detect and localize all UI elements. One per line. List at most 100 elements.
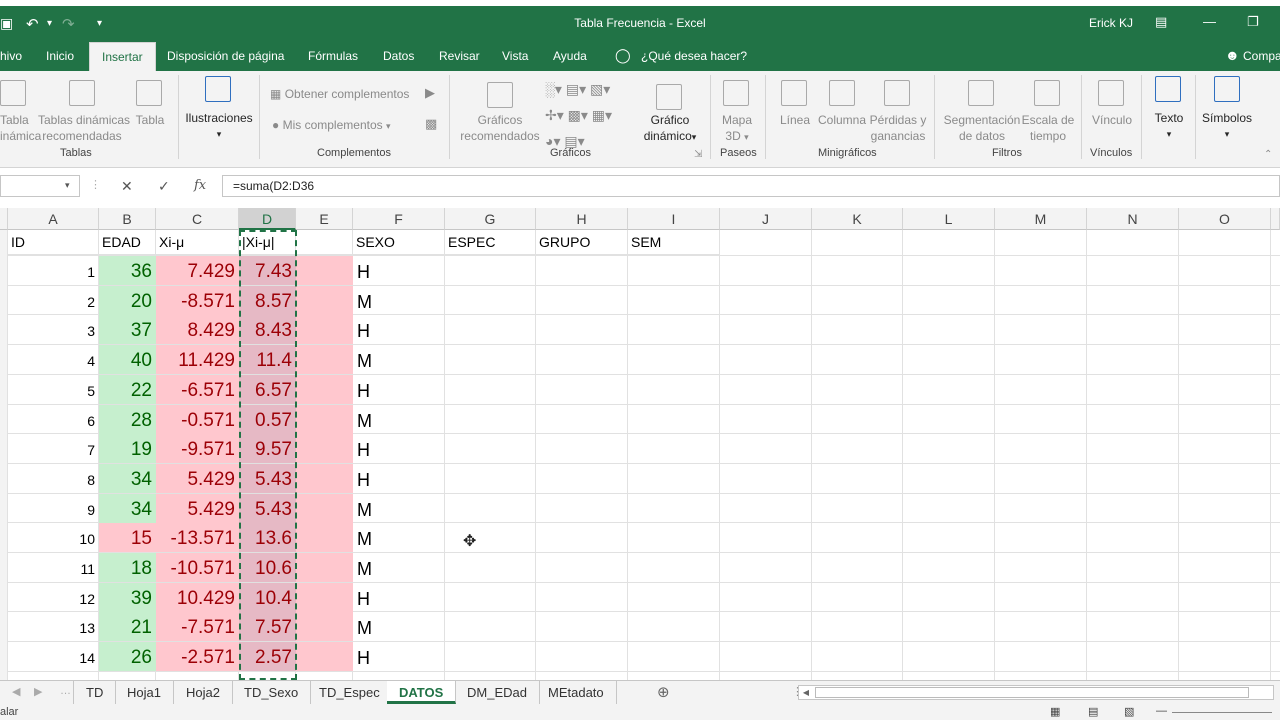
header-cell-dev[interactable]: Xi-μ (156, 230, 239, 255)
cell-sexo[interactable]: H (353, 583, 445, 612)
pivot-table-button[interactable]: Tabla inámica (0, 112, 41, 144)
cell-id[interactable]: 1 (8, 256, 99, 285)
cell-sexo[interactable]: M (353, 345, 445, 374)
cell-empty[interactable] (296, 375, 353, 404)
cell-abs[interactable]: 0.57 (239, 405, 296, 434)
table-button[interactable]: Tabla (133, 112, 167, 128)
cell-dev[interactable]: -10.571 (156, 553, 239, 582)
column-header[interactable]: F (353, 208, 445, 230)
symbols-button[interactable]: Símbolos ▾ (1198, 110, 1256, 142)
share-icon[interactable]: ☻ (1225, 47, 1240, 63)
column-header-selected[interactable]: D (239, 208, 296, 230)
cell-id[interactable]: 10 (8, 523, 99, 552)
header-cell-edad[interactable]: EDAD (99, 230, 156, 255)
cell-sexo[interactable]: M (353, 494, 445, 523)
cell-dev[interactable]: 5.429 (156, 494, 239, 523)
cell-abs[interactable]: 13.6 (239, 523, 296, 552)
cell-edad[interactable]: 26 (99, 642, 156, 671)
tab-ayuda[interactable]: Ayuda (553, 49, 587, 63)
chart-types-grid[interactable]: ░▾ ▤▾ ▧▾ ✢▾ ▩▾ ▦▾ ◕▾ ▤▾ (545, 76, 612, 154)
sheet-tab-active[interactable]: DATOS (387, 681, 457, 704)
cell-empty[interactable] (296, 345, 353, 374)
cell-dev[interactable]: -0.571 (156, 405, 239, 434)
header-cell-sexo[interactable]: SEXO (353, 230, 445, 255)
header-cell-empty[interactable] (296, 230, 353, 255)
cell-dev[interactable]: 11.429 (156, 345, 239, 374)
cell-sexo[interactable]: M (353, 286, 445, 315)
cell-empty[interactable] (296, 494, 353, 523)
recommended-charts-button[interactable]: Gráficos recomendados (460, 112, 540, 144)
cell-abs[interactable]: 8.43 (239, 315, 296, 344)
column-header[interactable]: O (1179, 208, 1271, 230)
cell-id[interactable]: 12 (8, 583, 99, 612)
my-addins-button[interactable]: ● Mis complementos ▾ (272, 117, 391, 134)
cell-edad[interactable]: 22 (99, 375, 156, 404)
bing-maps-icon[interactable]: ▶ (425, 85, 435, 101)
collapse-ribbon-icon[interactable]: ⌃ (1264, 147, 1272, 163)
tab-disposicion[interactable]: Disposición de página (167, 49, 284, 63)
enter-icon[interactable]: ✓ (158, 178, 170, 195)
cell-edad[interactable]: 39 (99, 583, 156, 612)
cell-edad[interactable]: 36 (99, 256, 156, 285)
page-break-icon[interactable]: ▧ (1124, 705, 1134, 718)
line-sparkline-button[interactable]: Línea (777, 112, 813, 128)
cell-edad[interactable]: 28 (99, 405, 156, 434)
text-button[interactable]: Texto ▾ (1148, 110, 1190, 142)
page-layout-icon[interactable]: ▤ (1088, 705, 1098, 718)
cell-dev[interactable]: 7.429 (156, 256, 239, 285)
cell-sexo[interactable]: H (353, 256, 445, 285)
cell-id[interactable]: 13 (8, 612, 99, 641)
header-cell-espec[interactable]: ESPEC (445, 230, 536, 255)
sheet-tab[interactable]: Hoja2 (174, 681, 233, 704)
link-button[interactable]: Vínculo (1088, 112, 1136, 128)
cell-id[interactable]: 4 (8, 345, 99, 374)
cell-dev[interactable]: -8.571 (156, 286, 239, 315)
cell-empty[interactable] (296, 256, 353, 285)
add-sheet-icon[interactable]: ⊕ (645, 681, 682, 704)
recommended-pivot-button[interactable]: Tablas dinámicas recomendadas (38, 112, 130, 144)
cell-empty[interactable] (296, 612, 353, 641)
formula-input[interactable]: =suma(D2:D36 (222, 175, 1280, 197)
sheet-tab[interactable]: TD (73, 681, 117, 704)
cell-id[interactable]: 9 (8, 494, 99, 523)
dialog-launcher-icon[interactable]: ⇲ (694, 147, 702, 163)
cell-empty[interactable] (296, 286, 353, 315)
3d-map-button[interactable]: Mapa 3D ▾ (718, 112, 756, 145)
cell-empty[interactable] (296, 405, 353, 434)
cell-sexo[interactable]: M (353, 405, 445, 434)
column-header[interactable]: L (903, 208, 995, 230)
sheet-tab[interactable]: MEtadato (536, 681, 617, 704)
cell-empty[interactable] (296, 583, 353, 612)
column-header[interactable]: M (995, 208, 1087, 230)
people-graph-icon[interactable]: ▩ (425, 116, 437, 132)
cell-abs[interactable]: 7.43 (239, 256, 296, 285)
timeline-button[interactable]: Escala de tiempo (1020, 112, 1076, 144)
column-header[interactable]: G (445, 208, 536, 230)
cell-sexo[interactable]: M (353, 523, 445, 552)
cell-empty[interactable] (296, 553, 353, 582)
sheet-tab[interactable]: TD_Espec (307, 681, 393, 704)
cell-id[interactable]: 11 (8, 553, 99, 582)
tab-insertar[interactable]: Insertar (89, 42, 156, 71)
tab-datos[interactable]: Datos (383, 49, 414, 63)
cell-edad[interactable]: 21 (99, 612, 156, 641)
header-cell-sem[interactable]: SEM (628, 230, 720, 255)
user-name[interactable]: Erick KJ (1089, 16, 1133, 30)
cell-edad[interactable]: 34 (99, 464, 156, 493)
cell-sexo[interactable]: H (353, 464, 445, 493)
column-header[interactable]: I (628, 208, 720, 230)
column-header[interactable]: B (99, 208, 156, 230)
column-header[interactable]: C (156, 208, 239, 230)
cell-id[interactable]: 14 (8, 642, 99, 671)
cell-dev[interactable]: -2.571 (156, 642, 239, 671)
cell-id[interactable]: 6 (8, 405, 99, 434)
cell-abs[interactable]: 2.57 (239, 642, 296, 671)
column-header[interactable]: H (536, 208, 628, 230)
header-cell-grupo[interactable]: GRUPO (536, 230, 628, 255)
column-header[interactable]: K (812, 208, 903, 230)
cell-abs[interactable]: 10.6 (239, 553, 296, 582)
cell-abs[interactable]: 6.57 (239, 375, 296, 404)
pivot-chart-button[interactable]: Gráfico dinámico▾ (634, 112, 706, 145)
cell-abs[interactable]: 11.4 (239, 345, 296, 374)
cell-id[interactable]: 2 (8, 286, 99, 315)
